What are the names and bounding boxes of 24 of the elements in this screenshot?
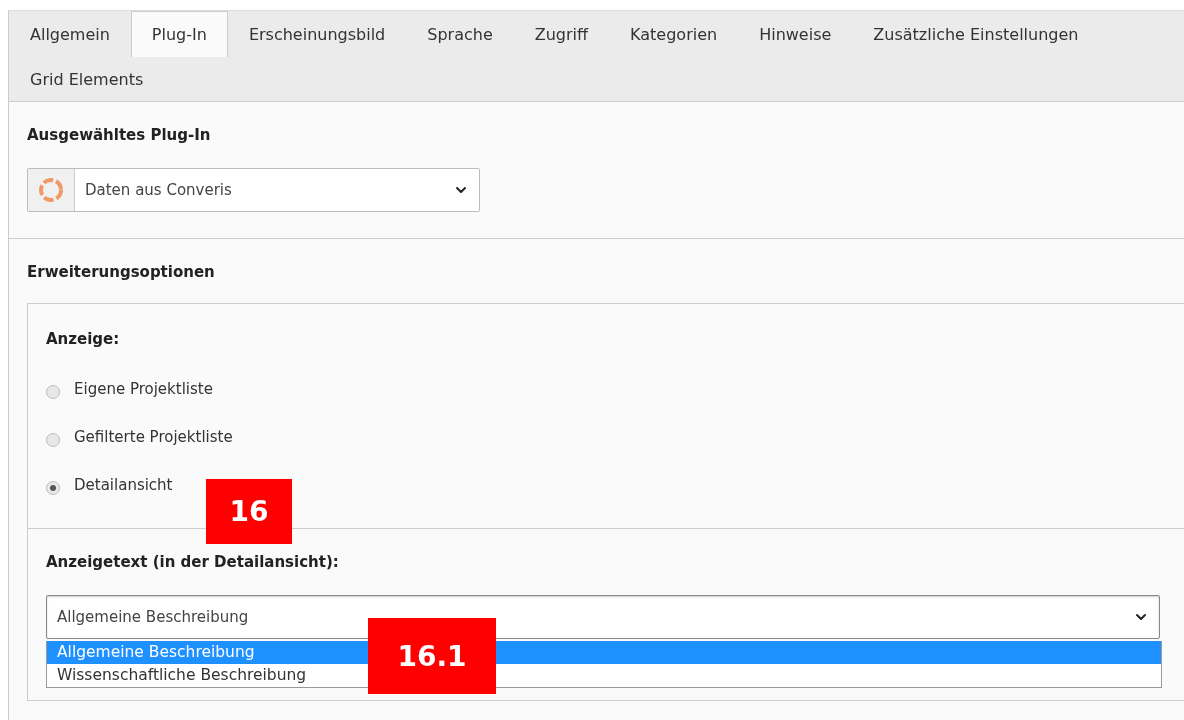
annotation-badge: 16 <box>206 479 292 544</box>
radio-label: Eigene Projektliste <box>74 380 213 398</box>
radio-label: Detailansicht <box>74 476 173 494</box>
annotation-badge: 16.1 <box>368 618 496 694</box>
tab[interactable]: Zugriff <box>513 11 610 57</box>
tab[interactable]: Allgemein <box>9 11 131 57</box>
tab[interactable]: Kategorien <box>609 11 739 57</box>
plugin-select[interactable]: Daten aus Converis <box>27 168 480 212</box>
section-heading: Ausgewähltes Plug-In <box>27 126 212 144</box>
tab[interactable]: Plug-In <box>130 11 228 57</box>
tab[interactable]: Zusätzliche Einstellungen <box>852 11 1100 57</box>
tab[interactable]: Hinweise <box>738 11 853 57</box>
radio-button[interactable] <box>46 385 60 399</box>
tab[interactable]: Sprache <box>406 11 514 57</box>
radio-button[interactable] <box>46 481 60 495</box>
tab[interactable]: Erscheinungsbild <box>227 11 407 57</box>
section-heading: Erweiterungsoptionen <box>27 263 216 281</box>
text-select[interactable]: Allgemeine Beschreibung <box>46 595 1160 639</box>
tab[interactable]: Grid Elements <box>9 56 165 102</box>
radio-button[interactable] <box>46 433 60 447</box>
field-label: Anzeige: <box>46 330 121 348</box>
radio-label: Gefilterte Projektliste <box>74 428 233 446</box>
swirl-logo-icon <box>38 177 64 203</box>
field-label: Anzeigetext (in der Detailansicht): <box>46 553 340 571</box>
